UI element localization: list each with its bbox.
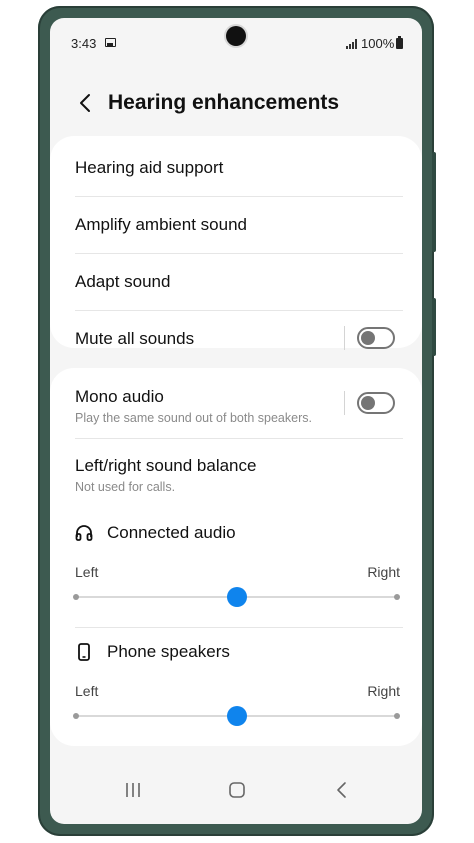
item-description: Not used for calls. xyxy=(75,480,176,494)
power-button xyxy=(432,298,436,356)
item-label: Left/right sound balance xyxy=(75,456,257,475)
phone-speakers-header: Phone speakers xyxy=(75,642,230,662)
settings-group-2: Mono audio Play the same sound out of bo… xyxy=(50,368,422,746)
mute-all-sounds-toggle[interactable] xyxy=(357,327,395,349)
slider-right-end xyxy=(394,713,400,719)
slider-right-label: Right xyxy=(367,683,400,699)
connected-audio-header: Connected audio xyxy=(75,523,236,543)
phone-icon xyxy=(78,643,90,661)
item-label: Adapt sound xyxy=(75,272,171,291)
image-notification-icon xyxy=(105,38,116,47)
back-nav-icon[interactable] xyxy=(327,778,357,802)
volume-button xyxy=(432,152,436,252)
hearing-aid-support-item[interactable]: Hearing aid support xyxy=(75,158,403,178)
headphones-icon xyxy=(75,525,93,541)
slider-left-label: Left xyxy=(75,564,99,580)
status-time: 3:43 xyxy=(71,36,97,51)
adapt-sound-item[interactable]: Adapt sound xyxy=(75,272,403,292)
slider-right-end xyxy=(394,594,400,600)
slider-left-end xyxy=(73,594,79,600)
mute-all-sounds-item[interactable]: Mute all sounds xyxy=(75,329,335,349)
page-header: Hearing enhancements xyxy=(50,78,422,130)
connected-audio-label: Connected audio xyxy=(107,523,236,542)
amplify-ambient-sound-item[interactable]: Amplify ambient sound xyxy=(75,215,403,235)
chevron-left-icon[interactable] xyxy=(76,90,98,116)
slider-left-end xyxy=(73,713,79,719)
divider xyxy=(75,196,403,197)
signal-icon xyxy=(346,39,358,49)
toggle-separator xyxy=(344,326,345,350)
divider xyxy=(75,627,403,628)
item-label: Mute all sounds xyxy=(75,329,195,348)
slider-left-label: Left xyxy=(75,683,99,699)
divider xyxy=(75,253,403,254)
recent-apps-icon[interactable] xyxy=(118,778,148,802)
item-label: Hearing aid support xyxy=(75,158,224,177)
left-right-balance-item: Left/right sound balance Not used for ca… xyxy=(75,456,403,494)
battery-icon xyxy=(396,36,403,49)
slider-right-label: Right xyxy=(367,564,400,580)
toggle-separator xyxy=(344,391,345,415)
divider xyxy=(75,310,403,311)
item-description: Play the same sound out of both speakers… xyxy=(75,411,312,425)
page-title: Hearing enhancements xyxy=(108,91,340,114)
home-icon[interactable] xyxy=(222,778,252,802)
divider xyxy=(75,438,403,439)
screen: 3:43 100% Hearing enhancements Hearing a… xyxy=(50,18,422,824)
battery-percentage: 100% xyxy=(361,36,395,51)
status-bar: 3:43 100% xyxy=(50,18,422,68)
item-label: Amplify ambient sound xyxy=(75,215,247,234)
phone-speakers-balance-slider[interactable] xyxy=(73,704,400,728)
slider-thumb[interactable] xyxy=(226,587,247,607)
phone-speakers-label: Phone speakers xyxy=(107,642,230,661)
mono-audio-item[interactable]: Mono audio Play the same sound out of bo… xyxy=(75,387,340,425)
slider-thumb[interactable] xyxy=(226,706,247,726)
settings-group-1: Hearing aid support Amplify ambient soun… xyxy=(50,136,422,350)
front-camera xyxy=(226,26,246,46)
item-label: Mono audio xyxy=(75,387,164,406)
toggle-knob xyxy=(361,331,375,345)
mono-audio-toggle[interactable] xyxy=(357,392,395,414)
toggle-knob xyxy=(361,396,375,410)
navigation-bar xyxy=(50,768,422,812)
connected-audio-balance-slider[interactable] xyxy=(73,585,400,609)
